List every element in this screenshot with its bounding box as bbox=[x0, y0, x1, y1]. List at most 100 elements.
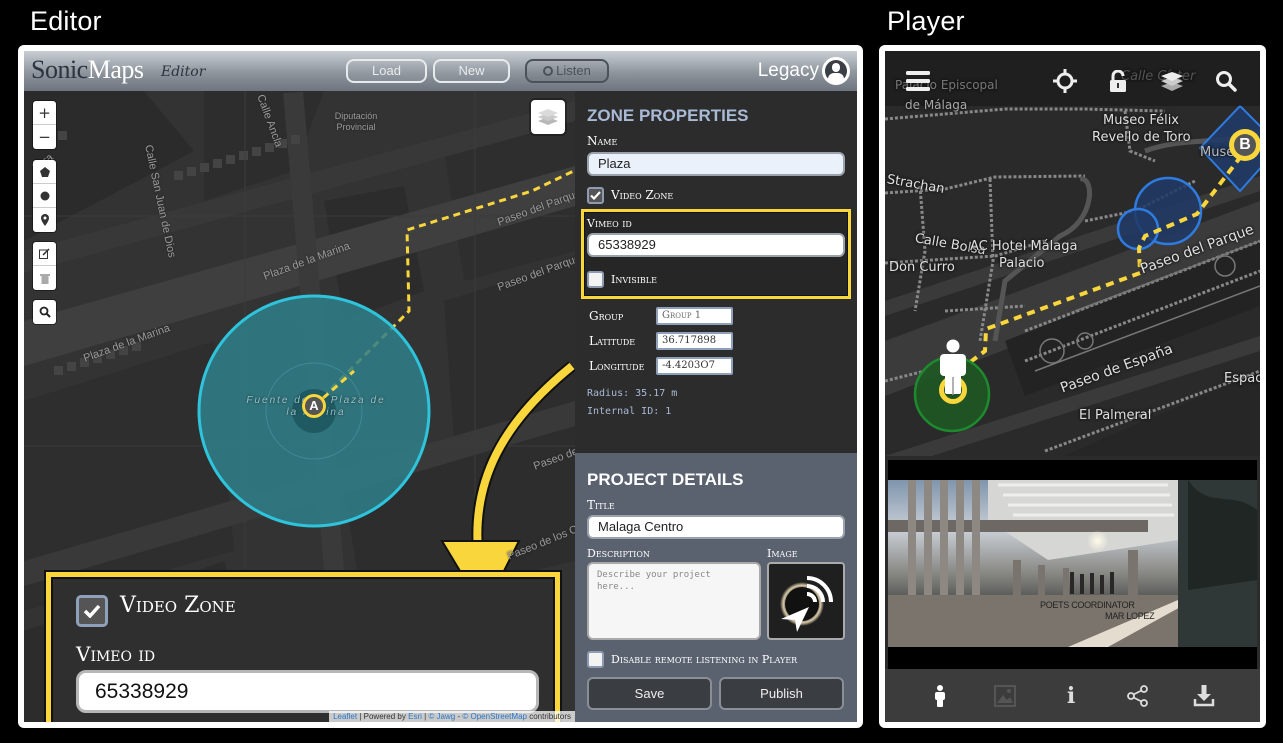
layers-icon bbox=[1161, 72, 1183, 91]
player-map[interactable]: Palacio Episcopal de Málaga Museo Félix … bbox=[885, 51, 1260, 456]
info-button[interactable]: i bbox=[1058, 683, 1084, 709]
sonicmaps-logo-icon bbox=[780, 576, 833, 632]
jawg-link[interactable]: © Jawg bbox=[428, 712, 455, 721]
attribution-contributors: contributors bbox=[529, 712, 571, 721]
latitude-input[interactable]: 36.717898 bbox=[656, 332, 733, 350]
group-input[interactable]: Group 1 bbox=[656, 307, 733, 325]
project-details-title: PROJECT DETAILS bbox=[587, 470, 744, 489]
vimeo-video-player[interactable]: POETS COORDINATOR MAR LOPEZ bbox=[888, 460, 1257, 669]
logo-text-sonic: Sonic bbox=[31, 55, 88, 84]
longitude-input[interactable]: -4.4203O7 bbox=[656, 357, 733, 375]
zone-marker-b[interactable]: B bbox=[1229, 129, 1260, 161]
player-bottom-toolbar: i bbox=[885, 669, 1260, 722]
callout-video-zone-checkbox[interactable] bbox=[76, 595, 108, 627]
zone-marker-letter: B bbox=[1234, 134, 1256, 156]
locate-button[interactable] bbox=[1052, 68, 1078, 94]
video-frame: POETS COORDINATOR MAR LOPEZ bbox=[888, 480, 1257, 647]
draw-marker-button[interactable] bbox=[33, 208, 56, 232]
podcast-icon bbox=[543, 66, 554, 76]
check-icon bbox=[590, 191, 601, 200]
listen-label: Listen bbox=[556, 63, 591, 78]
callout-video-zone-label: Video Zone bbox=[120, 593, 236, 618]
walk-icon bbox=[935, 685, 945, 707]
lock-button[interactable] bbox=[1105, 68, 1131, 94]
poi-label: Diputación Provincial bbox=[334, 111, 378, 132]
zoom-in-button[interactable]: + bbox=[33, 101, 56, 125]
search-control bbox=[33, 300, 56, 324]
walk-mode-button[interactable] bbox=[927, 683, 953, 709]
zoom-out-button[interactable]: − bbox=[33, 125, 56, 149]
user-name[interactable]: Legacy bbox=[758, 60, 819, 82]
share-icon bbox=[1127, 685, 1148, 707]
layers-button[interactable] bbox=[1159, 68, 1185, 94]
esri-link[interactable]: Esri bbox=[408, 712, 422, 721]
map-label: Espac bbox=[1224, 371, 1260, 386]
image-icon bbox=[994, 685, 1016, 707]
osm-link[interactable]: © OpenStreetMap bbox=[462, 712, 527, 721]
map-label: Palacio bbox=[999, 256, 1045, 271]
search-button[interactable] bbox=[1213, 68, 1239, 94]
zone-name-input[interactable]: Plaza bbox=[587, 152, 845, 176]
invisible-checkbox[interactable] bbox=[587, 271, 604, 288]
download-button[interactable] bbox=[1191, 683, 1217, 709]
project-image[interactable] bbox=[767, 562, 845, 640]
attribution-text: | Powered by bbox=[359, 712, 406, 721]
logo-text-maps: Maps bbox=[87, 55, 144, 84]
map-search-button[interactable] bbox=[33, 300, 56, 324]
map-label: Don Curro bbox=[889, 260, 955, 275]
logo-subtitle: Editor bbox=[161, 64, 206, 80]
search-icon bbox=[39, 306, 51, 318]
callout-vimeo-input[interactable]: 65338929 bbox=[76, 670, 539, 713]
editor-section-title: Editor bbox=[30, 6, 102, 36]
project-title-input[interactable]: Malaga Centro bbox=[587, 515, 845, 539]
video-zone-checkbox[interactable] bbox=[587, 187, 604, 204]
zone-marker-a[interactable]: A bbox=[302, 394, 326, 418]
new-button[interactable]: New bbox=[433, 59, 510, 83]
vimeo-id-label: Vimeo id bbox=[587, 217, 632, 230]
description-textarea[interactable]: Describe your project here... bbox=[587, 562, 761, 640]
edit-icon bbox=[39, 248, 50, 259]
disable-remote-label: Disable remote listening in Player bbox=[611, 653, 798, 666]
edit-toolbar bbox=[33, 242, 56, 290]
listen-button[interactable]: Listen bbox=[525, 59, 609, 83]
radius-text: Radius: 35.17 m bbox=[587, 388, 678, 399]
draw-circle-button[interactable] bbox=[33, 184, 56, 208]
gallery-button[interactable] bbox=[992, 683, 1018, 709]
app-logo: SonicMaps bbox=[31, 55, 144, 85]
vimeo-highlight-box: Vimeo id 65338929 Invisible bbox=[581, 209, 851, 299]
internal-id-text: Internal ID: 1 bbox=[587, 406, 672, 417]
info-icon: i bbox=[1066, 683, 1076, 709]
project-details-panel: PROJECT DETAILS Title Malaga Centro Desc… bbox=[575, 453, 857, 722]
title-label: Title bbox=[587, 498, 615, 512]
image-label: Image bbox=[767, 547, 798, 560]
save-button[interactable]: Save bbox=[587, 677, 712, 710]
longitude-label: Longitude bbox=[589, 359, 645, 373]
zone-properties-title: ZONE PROPERTIES bbox=[587, 106, 749, 125]
map-label: de Málaga bbox=[905, 98, 968, 112]
user-avatar-icon[interactable] bbox=[822, 57, 850, 85]
locate-icon bbox=[1053, 69, 1077, 93]
search-icon bbox=[1216, 71, 1237, 92]
video-still-image bbox=[888, 480, 1257, 647]
delete-layers-button[interactable] bbox=[33, 266, 56, 290]
map-label: El Palmeral bbox=[1079, 408, 1152, 423]
attribution-dash: - bbox=[457, 712, 461, 721]
video-caption-line1: POETS COORDINATOR bbox=[1040, 600, 1135, 610]
load-button[interactable]: Load bbox=[346, 59, 427, 83]
publish-button[interactable]: Publish bbox=[719, 677, 844, 710]
menu-button[interactable] bbox=[905, 68, 931, 94]
share-button[interactable] bbox=[1125, 683, 1151, 709]
draw-polygon-button[interactable] bbox=[33, 160, 56, 184]
editor-window: SonicMaps Editor Load New Listen Legacy bbox=[24, 51, 857, 722]
editor-map[interactable]: Calle San Juan de Dios Calle Ancla Diput… bbox=[24, 91, 575, 722]
editor-header: SonicMaps Editor Load New Listen Legacy bbox=[24, 51, 857, 91]
marker-icon bbox=[40, 214, 49, 226]
vimeo-id-input[interactable]: 65338929 bbox=[587, 233, 845, 257]
walking-person-icon[interactable] bbox=[937, 339, 969, 397]
layers-button[interactable] bbox=[531, 100, 565, 134]
disable-remote-checkbox[interactable] bbox=[587, 651, 604, 668]
layers-icon bbox=[538, 109, 558, 125]
edit-layers-button[interactable] bbox=[33, 242, 56, 266]
leaflet-link[interactable]: Leaflet bbox=[333, 712, 357, 721]
video-caption-line2: MAR LOPEZ bbox=[1105, 611, 1155, 621]
